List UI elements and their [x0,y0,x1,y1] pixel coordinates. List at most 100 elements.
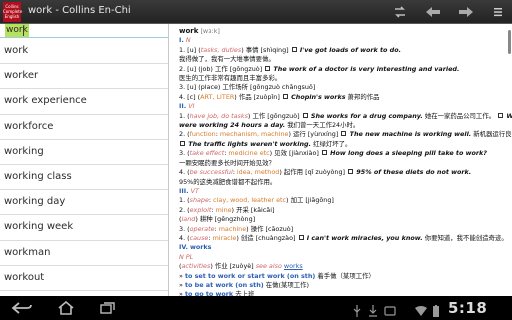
phrase-text: to set to work or start work (on sth) [184,271,316,280]
definition-line: 1. (shape: clay, wood, leather etc) 加工 [… [179,196,508,205]
definition-text: ) 见效 [jiànxiào] [269,149,321,158]
definition-text: ) 创造 [chuàngzào] [236,233,298,242]
window-title: work - Collins En-Chi [28,5,131,16]
scrollbar[interactable] [508,30,511,54]
list-item[interactable]: working week [0,215,168,241]
part-of-speech: N PL [179,252,194,261]
definition-text: 着手做（某项工作） [315,271,375,280]
definition-text: 1. ( [179,196,190,205]
section-header: IV. works [179,243,508,252]
example-text: 95% of these diets do not work. [354,168,472,177]
definition-text: 我得做了，我有一大堆事情要做。 [179,55,275,64]
label-text: machine [218,224,247,233]
definition-line: 3. (take effect: medicine etc) 见效 [jiànx… [179,149,508,158]
section-header: I. N [179,36,508,45]
list-item[interactable]: workman [0,241,168,266]
cross-reference-link[interactable]: works [284,262,303,270]
forward-icon[interactable] [456,3,476,21]
back-nav-icon[interactable] [8,300,36,316]
definition-line: 我得做了，我有一大堆事情要做。 [179,55,508,64]
logo-text: English [4,14,20,19]
recents-nav-icon[interactable] [94,300,122,316]
label-text: mine [215,205,232,214]
swap-icon[interactable] [390,3,410,21]
label-text: clay, wood, leather etc [213,196,287,205]
definition-text: 4. [c] ( [179,92,201,101]
definition-text: ) 操作 [cāozuò] [246,224,294,233]
list-item[interactable]: working [0,140,168,165]
pronunciation: [wɜ:k] [200,27,220,35]
definition-text: 2. [u] (job) 工作 [gōngzuò] [179,64,265,73]
example-text: The traffic lights weren't working. [186,139,312,148]
text-cursor [23,26,24,36]
part-of-speech: VT [190,186,199,195]
label-text: land [181,215,196,224]
list-item[interactable]: work experience [0,89,168,115]
label-text: be successful [189,168,233,177]
definition-line: » to be at work (on sth) 在做(某项工作) [179,281,508,290]
label-text: idea, method [236,168,280,177]
example-text: I've got loads of work to do. [297,45,402,54]
list-item[interactable]: workforce [0,115,168,140]
search-input[interactable]: work [5,24,29,37]
definition-line: 1. [u] (tasks, duties) 事情 [shìqing] I've… [179,46,508,55]
section-number: IV. [179,243,188,252]
section-header: III. VT [179,187,508,196]
example-bullet-icon [302,112,308,118]
battery-icon [432,302,440,320]
word-list-pane: work work worker work experience workforce w… [0,24,168,296]
wifi-icon [414,302,428,320]
section-headword: works [189,243,212,252]
list-item[interactable]: workout [0,266,168,291]
example-text: She works for a drug company. [308,111,423,120]
definition-text: 她在一家药品公司工作。 [422,111,498,120]
definition-text: 4. ( [179,233,190,242]
definition-line: 4. (be successful: idea, method) 起作用 [qǐ… [179,168,508,177]
phrase-text: to be at work (on sth) [184,280,264,289]
definition-text: 2. ( [179,130,190,139]
usb-icon [352,302,362,320]
definition-line: » to set to work or start work (on sth) … [179,272,508,281]
example-bullet-icon [265,65,271,71]
definition-line: 一颗安眠药要多长时间开始见效？ [179,159,508,168]
definition-text: ) 开采 [kāicǎi] [231,205,275,214]
example-bullet-icon [348,169,354,175]
screen: Collins Complete English work - Collins … [0,0,512,320]
example-text: I can't work miracles, you know. [304,233,423,242]
action-bar: Collins Complete English work - Collins … [0,0,512,24]
definition-text: ) 作品 [zuòpǐn] [234,92,282,101]
label-text: shape [189,196,209,205]
definition-line: (land) 耕种 [gēngzhòng] [179,215,508,224]
search-field[interactable]: work [0,24,168,38]
menu-icon[interactable] [488,3,508,21]
home-nav-icon[interactable] [52,300,80,316]
definition-line: 2. (exploit: mine) 开采 [kāicǎi] [179,206,508,215]
example-bullet-icon [282,93,288,99]
definition-text: ) 运行 [yùnxíng] [288,130,341,139]
list-item[interactable]: worker [0,64,168,90]
label-text: medicine etc [228,149,270,158]
definition-line: The traffic lights weren't working. 红绿灯坏… [179,140,508,149]
part-of-speech: N [185,36,191,45]
definition-text: 4. ( [179,168,190,177]
definition-line: 3. [u] (place) 工作场所 [gōngzuò chǎngsuǒ] [179,83,508,92]
pane-divider [168,24,169,296]
label-text: exploit [189,205,212,214]
definition-text: ) 工作 [gōngzuò] [247,111,302,120]
example-text: The work of a doctor is very interesting… [271,64,460,73]
back-icon[interactable] [423,3,443,21]
example-text: The new machine is working well. [347,130,472,139]
part-of-speech: VI [188,102,195,111]
section-number: I. [179,36,184,45]
definition-pane[interactable]: work [wɜ:k] I. N 1. [u] (tasks, duties) 事情… [170,24,512,296]
definition-text: 1. ( [179,111,190,120]
definition-text: 3. ( [179,224,190,233]
definition-line: 2. (function: mechanism, machine) 运行 [yù… [179,130,512,139]
list-item[interactable]: working day [0,190,168,216]
definition-text: 2. ( [179,205,190,214]
list-item[interactable]: work [0,39,168,65]
system-bar: 5:18 [0,296,512,320]
list-item[interactable]: working class [0,165,168,191]
label-text: miracle [212,233,237,242]
definition-text: 新机器运行良好。 [473,130,512,139]
